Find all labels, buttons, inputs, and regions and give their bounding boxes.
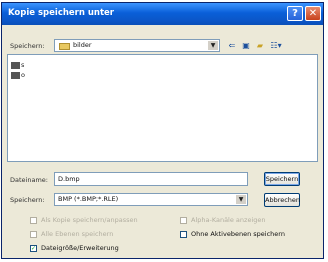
option-checkbox-alpha[interactable]: Alpha-Kanäle anzeigen — [180, 216, 266, 224]
new-folder-icon[interactable]: ▰ — [254, 41, 266, 51]
up-folder-icon[interactable]: ▣ — [240, 41, 252, 51]
option-checkbox-copy[interactable]: Als Kopie speichern/anpassen — [30, 216, 138, 224]
format-value: BMP (*.BMP;*.RLE) — [58, 195, 119, 203]
title-bar[interactable]: Kopie speichern unter ? ✕ — [2, 3, 323, 25]
close-button[interactable]: ✕ — [305, 6, 321, 21]
file-list[interactable]: s o — [7, 54, 318, 162]
help-button[interactable]: ? — [287, 6, 303, 21]
checkbox-box — [180, 230, 187, 238]
save-in-dropdown[interactable]: bilder ▼ — [54, 39, 220, 52]
view-menu-icon[interactable]: ☷▾ — [268, 41, 284, 51]
list-item[interactable]: s — [11, 61, 24, 69]
filename-label: Dateiname: — [10, 176, 48, 184]
option-checkbox-no-active-layers[interactable]: Ohne Aktivebenen speichern — [180, 230, 285, 238]
filename-input[interactable]: D.bmp — [54, 172, 248, 186]
format-label: Speichern: — [10, 196, 45, 204]
format-dropdown[interactable]: BMP (*.BMP;*.RLE) ▼ — [54, 193, 248, 206]
checkbox-box — [180, 216, 187, 224]
save-in-value: bilder — [73, 41, 92, 49]
checkbox-checked: ✓ — [30, 244, 37, 252]
save-copy-dialog: Kopie speichern unter ? ✕ Speichern: bil… — [1, 2, 324, 259]
save-in-label: Speichern: — [10, 42, 45, 50]
option-checkbox-extension[interactable]: ✓ Dateigröße/Erweiterung — [30, 244, 119, 252]
file-icon — [11, 61, 20, 69]
checkbox-box — [30, 230, 37, 238]
chevron-down-icon: ▼ — [208, 41, 218, 50]
chevron-down-icon: ▼ — [236, 195, 246, 204]
option-checkbox-layers[interactable]: Alle Ebenen speichern — [30, 230, 113, 238]
list-item[interactable]: o — [11, 71, 25, 79]
checkbox-box — [30, 216, 37, 224]
back-icon[interactable]: ⇐ — [227, 41, 237, 51]
cancel-button[interactable]: Abbrechen — [264, 193, 300, 207]
window-title: Kopie speichern unter — [8, 8, 115, 18]
save-button[interactable]: Speichern — [264, 172, 300, 186]
folder-icon — [59, 43, 70, 50]
file-icon — [11, 71, 20, 79]
